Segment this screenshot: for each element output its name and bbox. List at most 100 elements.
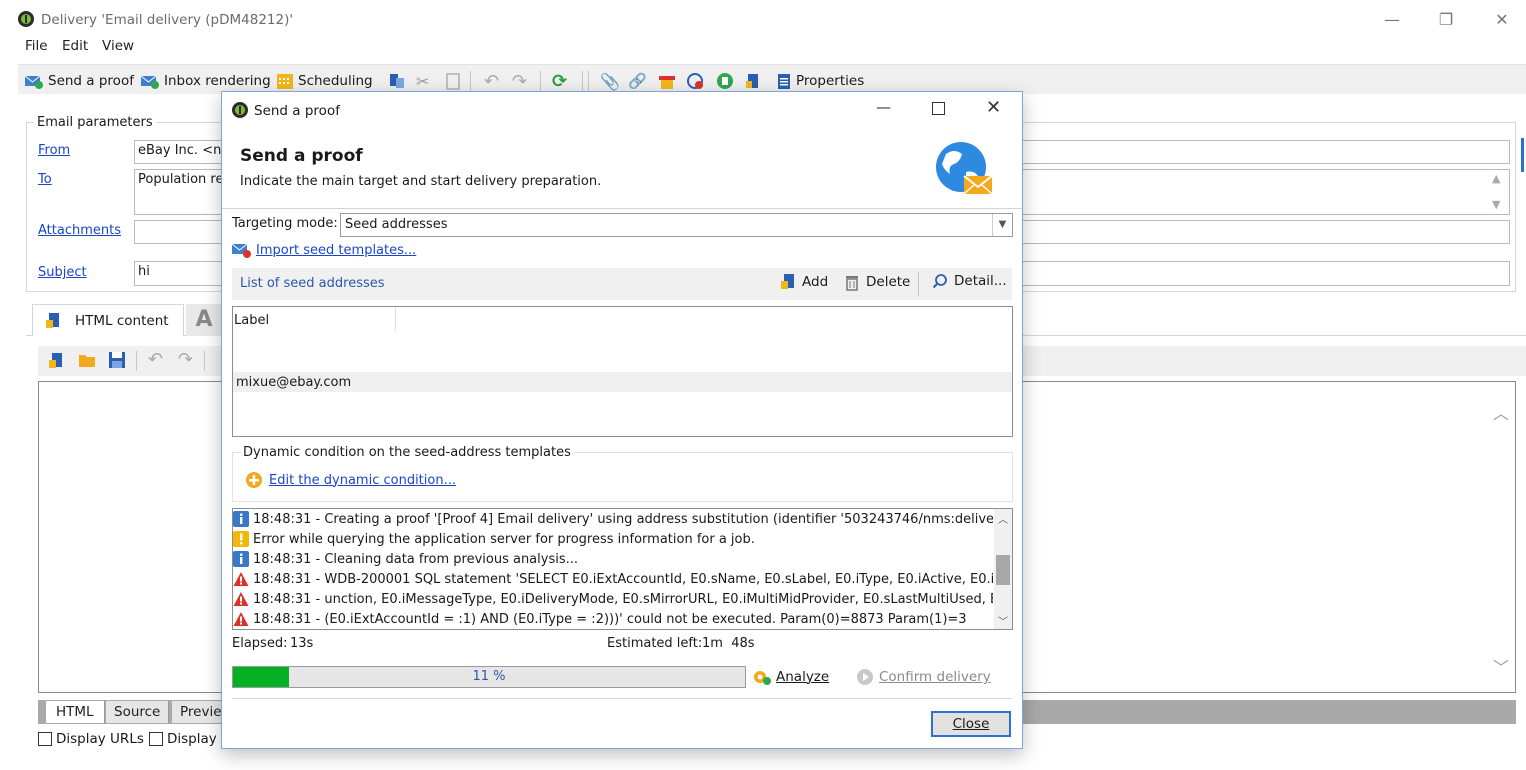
to-link[interactable]: To	[38, 172, 52, 187]
properties-label: Properties	[796, 73, 865, 89]
editor-redo-icon[interactable]: ↷	[178, 349, 193, 370]
seed-list-toolbar: List of seed addresses Add Delete Detail…	[232, 268, 1012, 300]
spam-icon[interactable]	[716, 70, 734, 92]
log-scroll-up-icon[interactable]: ︿	[998, 511, 1008, 526]
paste-icon[interactable]	[446, 70, 460, 92]
inbox-rendering-button[interactable]: Inbox rendering	[140, 70, 271, 92]
display-urls-option[interactable]: Display URLs	[38, 731, 144, 747]
tracking-icon[interactable]	[658, 70, 676, 92]
from-link[interactable]: From	[38, 143, 70, 158]
globe-mail-icon	[934, 140, 996, 206]
send-proof-button[interactable]: Send a proof	[24, 70, 134, 92]
seed-list-title: List of seed addresses	[240, 276, 385, 291]
table-header-label: Label	[234, 313, 270, 328]
display-t-option[interactable]: Display t	[149, 731, 226, 747]
edit-dynamic-condition-link[interactable]: Edit the dynamic condition...	[269, 473, 456, 488]
email-parameters-legend: Email parameters	[34, 115, 156, 130]
editor-undo-icon[interactable]: ↶	[148, 349, 163, 370]
analyze-button[interactable]: Analyze	[752, 668, 829, 686]
log-scrollbar[interactable]: ︿ ﹀	[994, 509, 1012, 629]
log-text: 18:48:31 - WDB-200001 SQL statement 'SEL…	[253, 571, 993, 587]
menu-view[interactable]: View	[102, 38, 134, 54]
search-icon	[932, 274, 947, 289]
add-label: Add	[802, 274, 829, 290]
trash-icon	[846, 276, 858, 291]
menu-bar: File Edit View	[0, 36, 1526, 56]
new-icon[interactable]	[48, 352, 64, 374]
attachments-link[interactable]: Attachments	[38, 223, 121, 238]
approval-icon[interactable]	[686, 70, 704, 92]
display-urls-checkbox[interactable]	[38, 732, 52, 746]
log-line[interactable]: 18:48:31 - Creating a proof '[Proof 4] E…	[233, 509, 993, 529]
close-window-button[interactable]: ✕	[1488, 8, 1516, 32]
link-icon[interactable]: 🔗	[628, 70, 647, 92]
display-t-label: Display t	[167, 731, 227, 747]
confirm-delivery-button[interactable]: Confirm delivery	[856, 668, 991, 686]
dialog-titlebar: Send a proof — ✕	[222, 92, 1022, 128]
to-scroll-up-icon[interactable]: ▲	[1492, 172, 1500, 185]
cut-icon[interactable]: ✂	[416, 70, 429, 92]
undo-icon[interactable]: ↶	[484, 70, 499, 92]
save-icon[interactable]	[108, 351, 126, 373]
send-proof-dialog: Send a proof — ✕ Send a proof Indicate t…	[221, 91, 1023, 749]
subject-link[interactable]: Subject	[38, 265, 87, 280]
log-text: 18:48:31 - (E0.iExtAccountId = :1) AND (…	[253, 611, 967, 627]
tab-source[interactable]: Source	[106, 701, 170, 723]
chevron-down-icon: ▼	[992, 214, 1012, 236]
confirm-delivery-label: Confirm delivery	[879, 669, 991, 685]
import-seed-templates[interactable]: Import seed templates...	[232, 242, 416, 258]
editor-scroll-down-icon[interactable]: ﹀	[1493, 654, 1509, 678]
dialog-minimize-button[interactable]: —	[876, 98, 891, 116]
add-circle-icon	[246, 472, 262, 488]
dialog-logo-icon	[232, 102, 248, 122]
log-line[interactable]: 18:48:31 - WDB-200001 SQL statement 'SEL…	[233, 569, 993, 589]
play-circle-icon	[857, 669, 873, 685]
edit-dynamic-condition[interactable]: Edit the dynamic condition...	[245, 471, 456, 489]
log-text: 18:48:31 - unction, E0.iMessageType, E0.…	[253, 591, 993, 607]
info-icon	[233, 511, 249, 527]
dialog-heading: Send a proof	[240, 146, 363, 166]
log-line[interactable]: 18:48:31 - (E0.iExtAccountId = :1) AND (…	[233, 609, 993, 629]
scheduling-button[interactable]: Scheduling	[276, 70, 373, 92]
redo-icon[interactable]: ↷	[512, 70, 527, 92]
add-seed-button[interactable]: Add	[780, 273, 828, 291]
tab-text-content[interactable]: A	[186, 304, 222, 336]
menu-edit[interactable]: Edit	[62, 38, 88, 54]
log-text: 18:48:31 - Creating a proof '[Proof 4] E…	[253, 511, 993, 527]
delete-seed-button[interactable]: Delete	[844, 273, 910, 291]
minimize-button[interactable]: —	[1378, 8, 1406, 32]
add-icon	[781, 274, 794, 289]
log-panel: 18:48:31 - Creating a proof '[Proof 4] E…	[232, 508, 1013, 630]
import-seed-templates-link[interactable]: Import seed templates...	[256, 243, 416, 258]
properties-button[interactable]: Properties	[776, 70, 864, 92]
scheduling-label: Scheduling	[298, 73, 373, 89]
close-button[interactable]: Close	[931, 711, 1011, 737]
refresh-icon[interactable]: ⟳	[552, 70, 567, 92]
copy-icon[interactable]	[388, 70, 406, 92]
log-text: Error while querying the application ser…	[253, 531, 755, 547]
tab-html[interactable]: HTML	[46, 701, 105, 723]
log-scroll-down-icon[interactable]: ﹀	[998, 613, 1008, 628]
seed-address-value: mixue@ebay.com	[236, 375, 352, 390]
log-line[interactable]: 18:48:31 - Cleaning data from previous a…	[233, 549, 993, 569]
restore-button[interactable]: ❐	[1432, 8, 1460, 32]
open-folder-icon[interactable]	[78, 352, 96, 372]
detail-seed-button[interactable]: Detail...	[932, 273, 1007, 289]
warning-icon	[233, 531, 249, 547]
menu-file[interactable]: File	[25, 38, 48, 54]
dialog-maximize-button[interactable]	[932, 102, 945, 115]
log-line[interactable]: 18:48:31 - unction, E0.iMessageType, E0.…	[233, 589, 993, 609]
error-icon	[233, 571, 249, 587]
log-line[interactable]: Error while querying the application ser…	[233, 529, 993, 549]
display-t-checkbox[interactable]	[149, 732, 163, 746]
dialog-close-button[interactable]: ✕	[986, 97, 1001, 118]
log-scroll-thumb[interactable]	[996, 555, 1010, 585]
tab-html-content[interactable]: HTML content	[32, 304, 184, 336]
attachment-icon[interactable]: 📎	[600, 70, 620, 92]
to-scroll-down-icon[interactable]: ▼	[1492, 198, 1500, 211]
analyze-gear-icon	[754, 671, 771, 685]
personalization-icon[interactable]	[744, 70, 762, 92]
table-row[interactable]: mixue@ebay.com	[233, 372, 1012, 392]
editor-scroll-up-icon[interactable]: ︿	[1493, 400, 1509, 424]
targeting-mode-select[interactable]: Seed addresses ▼	[340, 213, 1013, 237]
